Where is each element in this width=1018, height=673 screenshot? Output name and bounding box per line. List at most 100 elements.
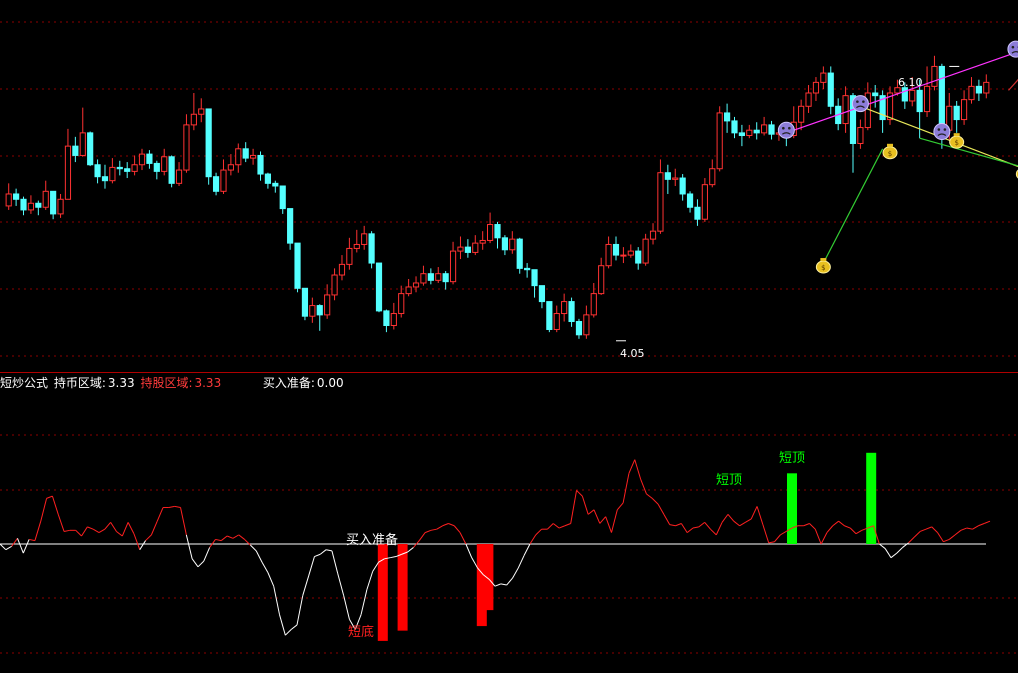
candle [923,66,931,117]
oscillator-segment [879,543,886,549]
candle [190,93,197,131]
oscillator-segment [855,529,863,535]
candle [620,247,627,264]
oscillator-segment [29,538,36,542]
oscillator-segment [943,538,950,543]
candle [79,107,86,157]
candle-body [598,265,605,295]
candle [272,180,279,193]
candle-body [42,190,49,208]
oscillator-segment [40,498,48,522]
candle [390,302,397,330]
candle [694,199,701,226]
oscillator-segment [581,495,589,515]
candle [242,142,249,163]
bag-symbol: $ [821,264,825,272]
oscillator-segment [267,572,275,587]
bag-symbol: $ [888,150,892,158]
oscillator-segment [710,528,717,536]
candle [879,90,886,133]
candle [405,279,412,297]
candle-body [538,285,546,303]
oscillator-segment [51,495,59,515]
candle-body [620,254,627,257]
oscillator-segment [535,528,542,536]
candle-body [257,154,264,175]
oscillator-segment [587,509,595,515]
oscillator-segment [203,547,211,562]
face-eye [862,100,865,103]
oscillator-segment [465,543,473,558]
oscillator-segment [756,506,764,525]
candle [435,267,442,283]
candle [264,172,272,189]
candle [309,297,316,323]
candle-body [227,164,234,171]
candle-body [287,208,294,244]
candle-body [960,99,968,121]
oscillator-segment [238,534,245,540]
oscillator-segment [640,478,647,495]
candle [361,225,368,250]
oscillator-segment [81,526,88,537]
oscillator-segment [156,507,164,522]
candle-body [87,132,94,166]
candle-body [272,182,279,187]
face-circle [851,95,869,113]
oscillator-segment [104,522,112,530]
money-bag-icon: $ [815,258,831,274]
candle-body [57,198,64,215]
candle [716,106,723,172]
candle [346,237,353,270]
candle-body [316,305,323,316]
oscillator-segment [517,555,525,569]
high-price-label: 6.10 [898,76,923,89]
candle [20,196,27,216]
candle-body [420,273,427,284]
candle-body [235,148,242,166]
oscillator-segment [343,595,350,620]
candle-body [709,168,716,186]
candle [398,285,405,318]
oscillator-segment [978,523,985,527]
candle [612,236,620,261]
candle [983,74,990,99]
oscillator-segment [593,509,601,524]
oscillator-segment [564,523,571,527]
candle [798,99,805,131]
candle [857,119,864,149]
candle-body [679,177,686,195]
candle-body [731,120,738,134]
candle-body [138,153,146,166]
oscillator-segment [46,495,53,499]
candle-body [20,198,27,211]
candle-body [427,273,434,281]
candle [146,150,153,169]
face-circle [777,121,795,139]
oscillator-segment [558,525,566,529]
oscillator-segment [913,531,921,538]
candle [968,77,975,104]
oscillator-segment [121,522,129,537]
candle-body [124,168,131,172]
oscillator-segment [319,549,327,555]
oscillator-segment [512,567,519,579]
indicator-name: 短炒公式 [0,376,49,390]
oscillator-segment [715,522,723,536]
candle [872,85,879,108]
trend-lines [786,51,1018,264]
candle-body [723,112,731,122]
buy-ready-legend-label: 买入准备: [262,376,315,390]
oscillator-segment [832,520,839,527]
oscillator-segment [983,520,991,524]
candle-body [649,230,657,240]
candle [931,55,938,91]
candle-body [390,313,397,326]
buy-ready-legend-value: 0.00 [316,376,344,390]
oscillator-segment [610,509,618,533]
oscillator-segment [849,527,857,535]
candle-body [212,176,220,192]
oscillator-segment [442,523,449,527]
candle-body [279,185,286,210]
candle [464,239,471,258]
